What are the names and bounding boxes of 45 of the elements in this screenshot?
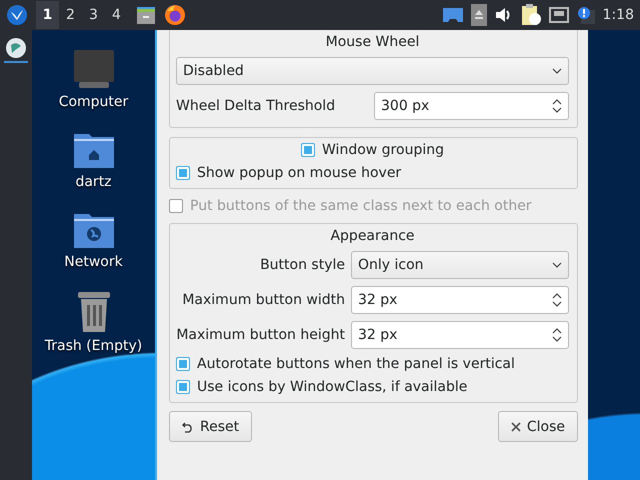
checkbox[interactable]: Show popup on mouse hover [176, 165, 569, 181]
field-label: Button style [259, 257, 345, 273]
desktop-icon-label[interactable]: Computer [58, 94, 128, 110]
trash-icon[interactable] [76, 291, 112, 333]
home-folder-icon[interactable] [72, 131, 114, 169]
eject-icon[interactable] [470, 4, 487, 26]
monitor-icon[interactable] [72, 49, 114, 89]
spin-arrows-icon [552, 292, 562, 308]
workspace-button[interactable]: 4 [105, 1, 128, 29]
spin-arrows-icon [552, 327, 562, 343]
screen-icon[interactable] [442, 7, 463, 23]
chevron-down-icon [552, 262, 562, 268]
workspace-button[interactable]: 3 [82, 1, 105, 29]
notification-icon[interactable] [576, 6, 595, 24]
undo-icon [182, 420, 194, 432]
spin-box[interactable]: 300 px [374, 92, 569, 120]
chevron-down-icon [552, 68, 562, 74]
file-cabinet-icon[interactable] [136, 5, 156, 25]
close-icon [510, 422, 521, 432]
close-button[interactable]: Close [498, 411, 578, 442]
checkbox[interactable]: Use icons by WindowClass, if available [176, 379, 569, 395]
desktop-icon-label[interactable]: Trash (Empty) [44, 338, 142, 354]
workspace-button[interactable]: 1 [36, 1, 59, 29]
spin-arrows-icon [552, 98, 562, 114]
checkbox[interactable]: Window grouping [301, 142, 444, 158]
desktop-icon-label[interactable]: Network [64, 254, 123, 270]
spin-box[interactable]: 32 px [351, 286, 569, 314]
network-port-icon[interactable] [548, 7, 569, 23]
group-title: Appearance [330, 228, 415, 244]
clipboard-icon[interactable] [520, 4, 541, 26]
app-icon[interactable] [4, 37, 28, 63]
group-title: Mouse Wheel [326, 34, 420, 50]
field-label: Maximum button height [176, 327, 345, 343]
spin-box[interactable]: 32 px [351, 321, 569, 349]
workspace-button[interactable]: 2 [59, 1, 82, 29]
network-folder-icon[interactable] [72, 211, 114, 249]
dropdown[interactable]: Disabled [176, 57, 569, 85]
desktop-icon-label[interactable]: dartz [75, 174, 112, 190]
clock[interactable]: 1:18 [602, 7, 634, 23]
checkbox[interactable]: Autorotate buttons when the panel is vertical [176, 356, 569, 372]
field-label: Maximum button width [181, 292, 345, 308]
field-label: Wheel Delta Threshold [176, 98, 336, 114]
reset-button[interactable]: Reset [169, 411, 252, 442]
dropdown[interactable]: Only icon [351, 251, 569, 279]
browser-icon[interactable] [164, 4, 186, 26]
